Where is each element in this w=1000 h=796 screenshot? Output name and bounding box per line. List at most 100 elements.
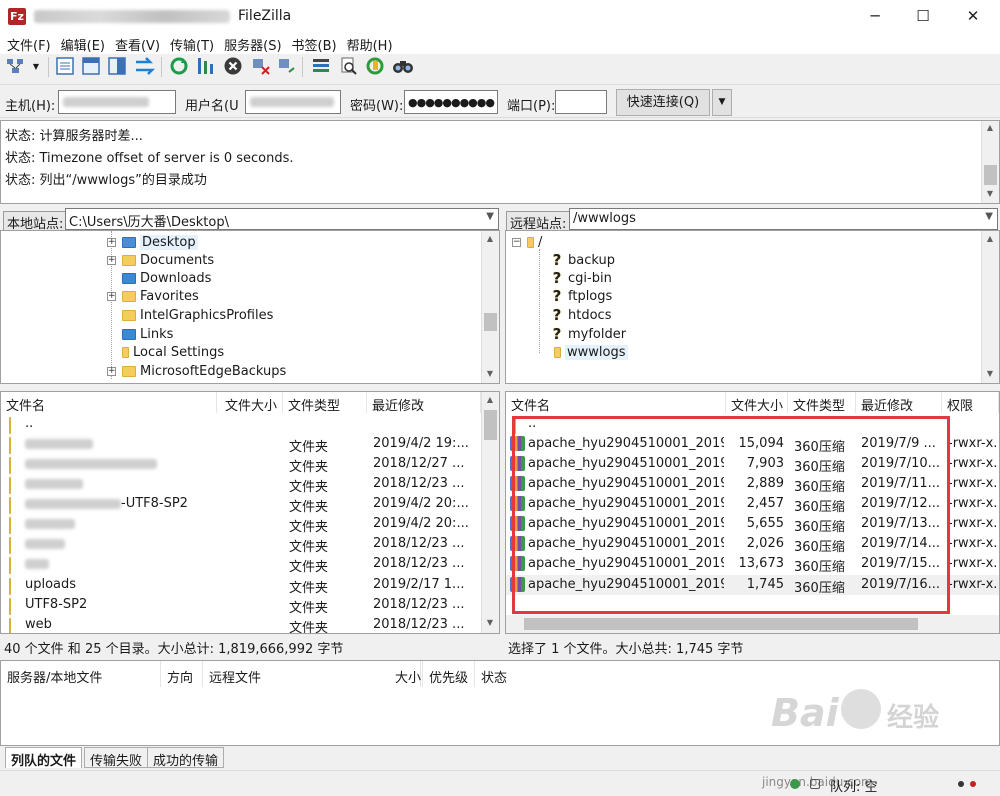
queue-header-priority[interactable]: 优先级 bbox=[423, 661, 475, 687]
column-header-filename[interactable]: 文件名 bbox=[1, 392, 217, 413]
log-scrollbar[interactable]: ▲ ▼ bbox=[981, 121, 999, 203]
maximize-button[interactable]: ☐ bbox=[900, 0, 946, 32]
scroll-down-icon[interactable]: ▼ bbox=[982, 369, 998, 378]
collapse-icon[interactable]: − bbox=[512, 237, 521, 247]
menu-view[interactable]: 查看(V) bbox=[110, 32, 165, 54]
tab-queued-files[interactable]: 列队的文件 bbox=[5, 747, 83, 769]
search-icon[interactable] bbox=[338, 54, 360, 78]
port-input[interactable] bbox=[555, 90, 607, 114]
expand-icon[interactable]: + bbox=[107, 366, 116, 376]
tree-item-ftplogs[interactable]: ? ftplogs bbox=[550, 287, 613, 305]
column-header-size[interactable]: 文件大小 bbox=[217, 392, 283, 413]
queue-header-status[interactable]: 状态 bbox=[475, 661, 535, 687]
refresh-icon[interactable] bbox=[168, 54, 190, 78]
message-log[interactable]: 状态: 计算服务器时差... 状态: Timezone offset of se… bbox=[0, 120, 1000, 204]
file-row[interactable]: apache_hyu2904510001_2019... 7,903 360压缩… bbox=[506, 454, 999, 475]
remote-file-list[interactable]: 文件名 文件大小 文件类型 最近修改 权限 .. apache_hyu29045… bbox=[505, 391, 1000, 634]
remote-list-hscrollbar[interactable] bbox=[506, 615, 999, 633]
scroll-thumb[interactable] bbox=[524, 618, 918, 630]
tree-item-htdocs[interactable]: ? htdocs bbox=[550, 306, 612, 324]
tree-item-microsoftedgebackups[interactable]: + MicrosoftEdgeBackups bbox=[107, 362, 286, 380]
file-row[interactable]: apache_hyu2904510001_2019... 2,026 360压缩… bbox=[506, 534, 999, 555]
tree-item-intelgraphicsprofiles[interactable]: IntelGraphicsProfiles bbox=[107, 306, 273, 324]
queue-header-size[interactable]: 大小 bbox=[389, 661, 423, 687]
expand-icon[interactable]: + bbox=[107, 237, 116, 247]
tree-item-documents[interactable]: + Documents bbox=[107, 251, 214, 269]
toggle-local-tree-icon[interactable] bbox=[80, 54, 102, 78]
scroll-thumb[interactable] bbox=[484, 313, 497, 331]
scroll-down-icon[interactable]: ▼ bbox=[482, 369, 498, 378]
file-row[interactable]: 文件夹 2018/12/27 ... bbox=[1, 454, 481, 475]
file-row[interactable]: UTF8-SP2 文件夹 2018/12/23 ... bbox=[1, 595, 481, 616]
toggle-log-icon[interactable] bbox=[54, 54, 76, 78]
column-header-permissions[interactable]: 权限 bbox=[942, 392, 999, 413]
column-header-type[interactable]: 文件类型 bbox=[788, 392, 856, 413]
local-file-list[interactable]: 文件名 文件大小 文件类型 最近修改 .. 文件夹 2019/4/2 19:..… bbox=[0, 391, 500, 634]
speed-limit-icon[interactable] bbox=[810, 779, 820, 789]
remote-path-combo[interactable]: /wwwlogs ▼ bbox=[569, 208, 998, 230]
minimize-button[interactable]: ─ bbox=[852, 0, 898, 32]
menu-help[interactable]: 帮助(H) bbox=[342, 32, 398, 54]
scroll-down-icon[interactable]: ▼ bbox=[482, 618, 498, 627]
scroll-up-icon[interactable]: ▲ bbox=[982, 234, 998, 243]
file-row[interactable]: 文件夹 2018/12/23 ... bbox=[1, 474, 481, 495]
file-row[interactable]: .. bbox=[506, 414, 999, 434]
scroll-up-icon[interactable]: ▲ bbox=[482, 395, 498, 404]
local-tree-scrollbar[interactable]: ▲ ▼ bbox=[481, 231, 499, 383]
local-list-scrollbar[interactable]: ▲ ▼ bbox=[481, 392, 499, 633]
file-row[interactable]: apache_hyu2904510001_2019... 2,889 360压缩… bbox=[506, 474, 999, 495]
column-header-size[interactable]: 文件大小 bbox=[726, 392, 788, 413]
file-row[interactable]: apache_hyu2904510001_2019... 5,655 360压缩… bbox=[506, 514, 999, 535]
file-row[interactable]: uploads 文件夹 2019/2/17 1... bbox=[1, 575, 481, 596]
tree-item-wwwlogs[interactable]: wwwlogs bbox=[550, 343, 628, 361]
column-header-filename[interactable]: 文件名 bbox=[506, 392, 726, 413]
site-manager-icon[interactable] bbox=[5, 54, 27, 78]
file-row[interactable]: web 文件夹 2018/12/23 ... bbox=[1, 615, 481, 633]
file-row[interactable]: .. bbox=[1, 414, 481, 434]
quickconnect-dropdown-icon[interactable]: ▼ bbox=[712, 89, 732, 116]
tree-item-myfolder[interactable]: ? myfolder bbox=[550, 325, 626, 343]
chevron-down-icon[interactable]: ▼ bbox=[486, 211, 494, 222]
cancel-icon[interactable] bbox=[222, 54, 244, 78]
column-header-type[interactable]: 文件类型 bbox=[283, 392, 367, 413]
scroll-up-icon[interactable]: ▲ bbox=[482, 234, 498, 243]
chevron-down-icon[interactable]: ▼ bbox=[985, 211, 993, 222]
tree-item-backup[interactable]: ? backup bbox=[550, 251, 615, 269]
file-row[interactable]: 文件夹 2019/4/2 20:... bbox=[1, 514, 481, 535]
process-queue-icon[interactable] bbox=[194, 54, 216, 78]
column-header-modified[interactable]: 最近修改 bbox=[856, 392, 942, 413]
expand-icon[interactable]: + bbox=[107, 255, 116, 265]
scroll-thumb[interactable] bbox=[484, 410, 497, 440]
dropdown-arrow-icon[interactable]: ▼ bbox=[29, 54, 43, 78]
quickconnect-button[interactable]: 快速连接(Q) bbox=[616, 89, 710, 116]
menu-bookmarks[interactable]: 书签(B) bbox=[287, 32, 342, 54]
file-row[interactable]: apache_hyu2904510001_2019... 13,673 360压… bbox=[506, 554, 999, 575]
password-input[interactable]: ●●●●●●●●●● bbox=[404, 90, 498, 114]
close-button[interactable]: ✕ bbox=[950, 0, 996, 32]
file-row-selected[interactable]: apache_hyu2904510001_2019... 1,745 360压缩… bbox=[506, 575, 999, 596]
file-row[interactable]: 文件夹 2018/12/23 ... bbox=[1, 534, 481, 555]
host-input[interactable] bbox=[58, 90, 176, 114]
column-header-modified[interactable]: 最近修改 bbox=[367, 392, 481, 413]
queue-header-local-file[interactable]: 服务器/本地文件 bbox=[1, 661, 161, 687]
tree-item-favorites[interactable]: + Favorites bbox=[107, 287, 199, 305]
scroll-thumb[interactable] bbox=[984, 165, 997, 185]
tree-item-desktop[interactable]: + Desktop bbox=[107, 233, 198, 251]
compare-icon[interactable] bbox=[392, 54, 414, 78]
scroll-up-icon[interactable]: ▲ bbox=[982, 123, 998, 132]
transfer-queue[interactable]: 服务器/本地文件 方向 远程文件 大小 优先级 状态 Bai 经验 bbox=[0, 660, 1000, 746]
tab-successful-transfers[interactable]: 成功的传输 bbox=[147, 747, 225, 769]
menu-file[interactable]: 文件(F) bbox=[2, 32, 56, 54]
file-row[interactable]: 文件夹 2018/12/23 ... bbox=[1, 554, 481, 575]
menu-edit[interactable]: 编辑(E) bbox=[56, 32, 110, 54]
file-row[interactable]: apache_hyu2904510001_2019... 15,094 360压… bbox=[506, 434, 999, 455]
filter-icon[interactable] bbox=[310, 54, 332, 78]
file-row[interactable]: apache_hyu2904510001_2019... 2,457 360压缩… bbox=[506, 494, 999, 515]
tree-item-links[interactable]: Links bbox=[107, 325, 173, 343]
tree-item-local-settings[interactable]: Local Settings bbox=[107, 343, 224, 361]
file-row[interactable]: -UTF8-SP2 文件夹 2019/4/2 20:... bbox=[1, 494, 481, 515]
toggle-remote-tree-icon[interactable] bbox=[106, 54, 128, 78]
toggle-queue-icon[interactable] bbox=[134, 54, 156, 78]
reconnect-icon[interactable] bbox=[276, 54, 298, 78]
sync-browse-icon[interactable] bbox=[364, 54, 386, 78]
